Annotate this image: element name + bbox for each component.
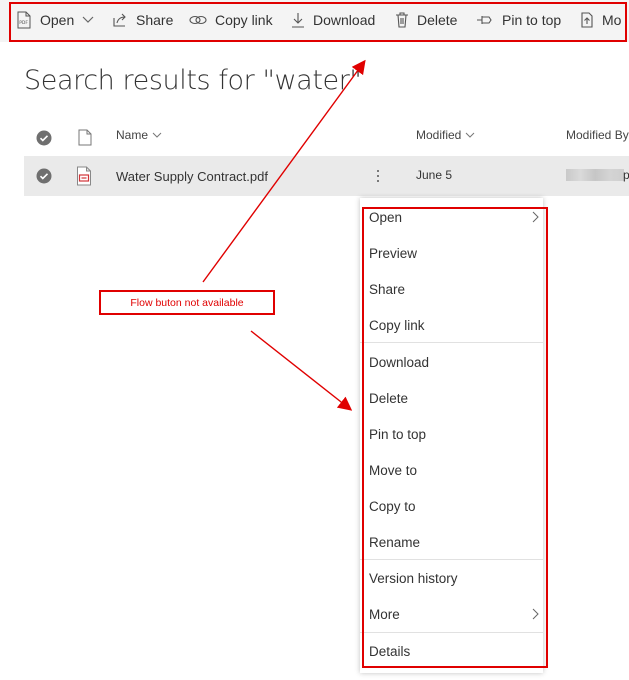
- more-actions-icon[interactable]: [376, 168, 380, 184]
- pin-to-top-label: Pin to top: [502, 12, 562, 28]
- menu-item-label: Preview: [369, 245, 418, 261]
- menu-item-delete[interactable]: Delete: [369, 386, 539, 410]
- menu-item-label: Open: [369, 209, 403, 225]
- page-title: Search results for "water": [24, 65, 362, 96]
- menu-item-preview[interactable]: Preview: [369, 241, 539, 265]
- menu-item-label: Delete: [369, 390, 409, 406]
- copy-link-label: Copy link: [215, 12, 273, 28]
- row-selected-checkbox[interactable]: [36, 168, 52, 184]
- menu-item-move-to[interactable]: Move to: [369, 458, 539, 482]
- menu-item-label: Download: [369, 354, 430, 370]
- file-name-link[interactable]: Water Supply Contract.pdf: [116, 169, 268, 184]
- chevron-right-icon: [532, 211, 539, 223]
- menu-item-label: Move to: [369, 462, 418, 478]
- column-name-label: Name: [116, 128, 149, 142]
- menu-divider: [360, 559, 543, 560]
- menu-item-label: More: [369, 606, 400, 622]
- menu-divider: [360, 342, 543, 343]
- menu-item-label: Details: [369, 643, 411, 659]
- annotation-callout: Flow buton not available: [99, 290, 275, 315]
- menu-item-label: Pin to top: [369, 426, 427, 442]
- pin-icon: [477, 16, 492, 24]
- menu-item-label: Version history: [369, 570, 458, 586]
- share-button[interactable]: Share: [112, 10, 173, 30]
- menu-item-details[interactable]: Details: [369, 639, 539, 663]
- move-icon: [581, 12, 593, 28]
- modified-date: June 5: [416, 168, 453, 182]
- open-button[interactable]: PDF Open: [16, 10, 102, 30]
- trash-icon: [396, 12, 408, 28]
- menu-item-share[interactable]: Share: [369, 277, 539, 301]
- menu-item-version-history[interactable]: Version history: [369, 566, 539, 590]
- menu-item-copy-link[interactable]: Copy link: [369, 313, 539, 337]
- chevron-down-icon: [466, 132, 475, 138]
- download-button[interactable]: Download: [291, 10, 375, 30]
- move-label: Mo: [602, 12, 622, 28]
- link-icon: [189, 15, 207, 25]
- command-bar: PDF Open Share Copy link Download Delete: [0, 0, 629, 42]
- menu-item-label: Copy link: [369, 317, 425, 333]
- menu-item-label: Share: [369, 281, 406, 297]
- download-icon: [292, 13, 304, 28]
- menu-item-open[interactable]: Open: [369, 205, 539, 229]
- table-row[interactable]: [24, 156, 629, 196]
- modified-by-fragment: p: [623, 168, 629, 182]
- menu-item-rename[interactable]: Rename: [369, 530, 539, 554]
- menu-item-more[interactable]: More: [369, 602, 539, 626]
- download-label: Download: [313, 12, 376, 28]
- copy-link-button[interactable]: Copy link: [189, 10, 273, 30]
- svg-text:PDF: PDF: [19, 20, 28, 26]
- chevron-down-icon: [152, 132, 162, 138]
- column-header-modified[interactable]: Modified: [416, 128, 475, 142]
- select-all-checkbox[interactable]: [36, 130, 52, 146]
- share-icon: [113, 13, 126, 27]
- share-label: Share: [136, 12, 174, 28]
- menu-item-label: Copy to: [369, 498, 416, 514]
- delete-button[interactable]: Delete: [395, 10, 457, 30]
- arrow-to-context-menu: [250, 330, 353, 411]
- move-button[interactable]: Mo: [580, 10, 621, 30]
- menu-divider: [360, 632, 543, 633]
- column-modified-by-label: Modified By: [566, 128, 629, 142]
- menu-item-copy-to[interactable]: Copy to: [369, 494, 539, 518]
- pdf-file-icon: [77, 166, 91, 186]
- context-menu: Open Preview Share Copy link Download De…: [360, 198, 543, 673]
- pin-to-top-button[interactable]: Pin to top: [476, 10, 561, 30]
- menu-item-label: Rename: [369, 534, 421, 550]
- column-header-name[interactable]: Name: [116, 128, 162, 142]
- blurred-user-name: [566, 169, 624, 181]
- chevron-right-icon: [532, 608, 539, 620]
- pdf-file-icon: PDF: [17, 11, 31, 29]
- delete-label: Delete: [417, 12, 458, 28]
- chevron-down-icon: [82, 16, 94, 23]
- open-label: Open: [40, 12, 75, 28]
- file-type-icon: [78, 129, 92, 146]
- column-modified-label: Modified: [416, 128, 462, 142]
- column-header-modified-by[interactable]: Modified By: [566, 128, 629, 142]
- menu-item-download[interactable]: Download: [369, 350, 539, 374]
- annotation-callout-text: Flow buton not available: [130, 296, 244, 309]
- menu-item-pin-to-top[interactable]: Pin to top: [369, 422, 539, 446]
